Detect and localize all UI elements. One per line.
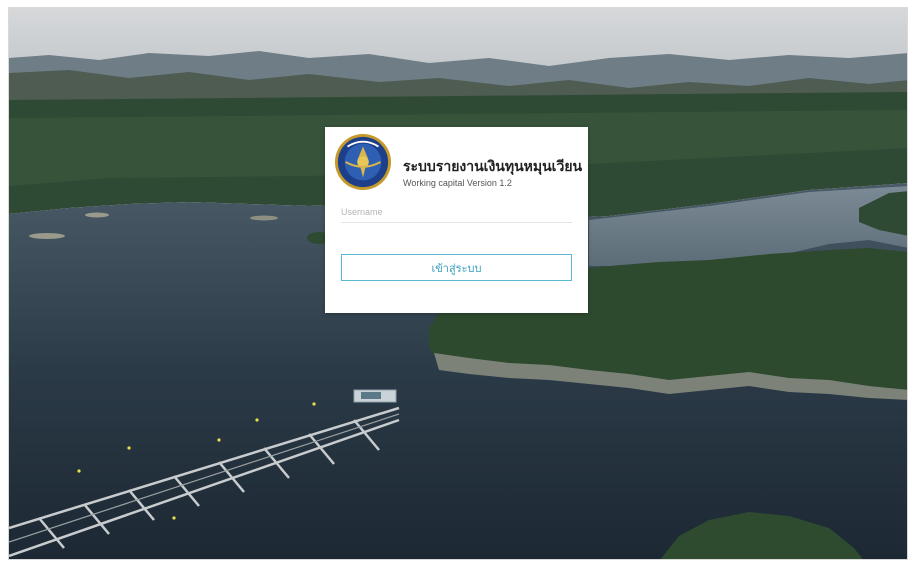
app-title: ระบบรายงานเงินทุนหมุนเวียน: [403, 158, 583, 174]
login-card: ระบบรายงานเงินทุนหมุนเวียน Working capit…: [325, 127, 588, 313]
login-button[interactable]: เข้าสู่ระบบ: [341, 254, 572, 281]
page-frame: ระบบรายงานเงินทุนหมุนเวียน Working capit…: [8, 7, 908, 560]
government-seal-icon: [334, 133, 392, 191]
username-input[interactable]: [341, 202, 572, 223]
app-subtitle: Working capital Version 1.2: [403, 178, 512, 188]
